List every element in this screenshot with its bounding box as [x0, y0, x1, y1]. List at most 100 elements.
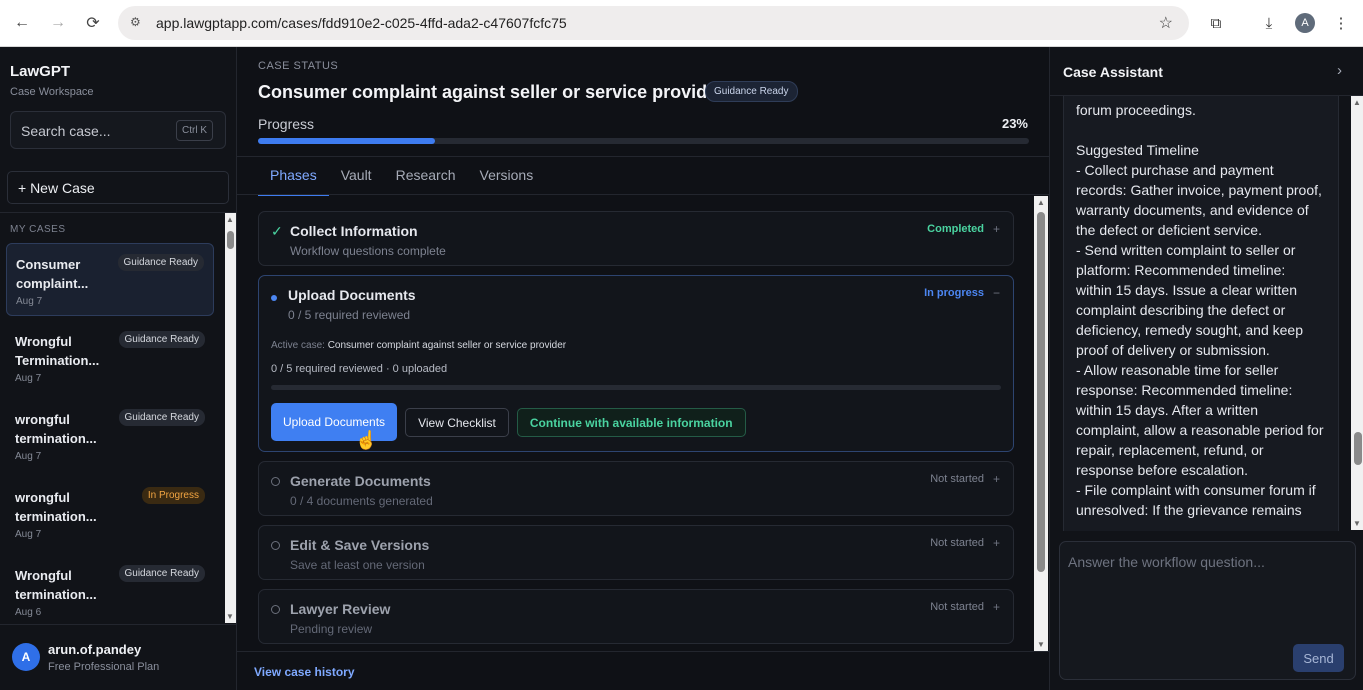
- case-list: Consumer complaint... Guidance Ready Aug…: [6, 243, 214, 633]
- expand-toggle[interactable]: +: [993, 600, 1000, 614]
- tab-phases[interactable]: Phases: [258, 167, 329, 196]
- case-date: Aug 7: [15, 373, 42, 384]
- upload-documents-button[interactable]: Upload Documents ☝: [271, 403, 398, 450]
- phase-subtitle: 0 / 5 required reviewed: [288, 308, 411, 322]
- progress-bar: [258, 138, 1029, 144]
- phase-edit-save-versions[interactable]: Edit & Save Versions Save at least one v…: [258, 525, 1014, 580]
- case-title: Consumer complaint...: [16, 257, 89, 291]
- phase-generate-documents[interactable]: Generate Documents 0 / 4 documents gener…: [258, 461, 1014, 516]
- my-cases-heading: MY CASES: [10, 224, 66, 235]
- profile-initial: A: [1295, 13, 1315, 33]
- user-profile[interactable]: A arun.of.pandey Free Professional Plan: [0, 624, 236, 690]
- assistant-message: forum proceedings. Suggested Timeline - …: [1063, 96, 1339, 531]
- tab-versions[interactable]: Versions: [468, 167, 546, 196]
- check-icon: ✓: [271, 223, 283, 239]
- progress-fill: [258, 138, 436, 144]
- view-case-history-link[interactable]: View case history: [254, 665, 355, 679]
- divider: [0, 212, 236, 213]
- button-label: Upload Documents: [283, 415, 386, 429]
- browser-toolbar: ← → ⟳ ⚙ app.lawgptapp.com/cases/fdd910e2…: [0, 0, 1363, 47]
- status-badge: Guidance Ready: [118, 331, 205, 348]
- case-title: Wrongful termination...: [15, 568, 97, 602]
- case-item[interactable]: wrongful termination... Guidance Ready A…: [6, 399, 214, 472]
- phase-subtitle: Pending review: [290, 622, 373, 636]
- upload-progress-bar: [271, 385, 1001, 390]
- tab-research[interactable]: Research: [384, 167, 468, 196]
- answer-input[interactable]: Answer the workflow question... Send: [1059, 541, 1356, 680]
- phase-upload-documents: Upload Documents 0 / 5 required reviewed…: [258, 275, 1014, 452]
- address-bar[interactable]: ⚙ app.lawgptapp.com/cases/fdd910e2-c025-…: [118, 6, 1189, 40]
- active-case-line: Active case: Consumer complaint against …: [271, 340, 566, 351]
- chevron-right-icon[interactable]: ›: [1337, 62, 1342, 79]
- phase-subtitle: Workflow questions complete: [290, 244, 446, 258]
- back-arrow-icon[interactable]: ←: [10, 11, 34, 35]
- url-text: app.lawgptapp.com/cases/fdd910e2-c025-4f…: [156, 15, 567, 31]
- case-date: Aug 6: [15, 607, 42, 618]
- case-item[interactable]: Wrongful termination... Guidance Ready A…: [6, 555, 214, 628]
- scroll-down-icon[interactable]: ▼: [1037, 640, 1045, 649]
- search-input[interactable]: Search case... Ctrl K: [10, 111, 226, 149]
- tab-vault[interactable]: Vault: [329, 167, 384, 196]
- download-icon[interactable]: ⤓: [1258, 12, 1280, 34]
- bookmark-star-icon[interactable]: ☆: [1159, 13, 1173, 33]
- divider: [237, 194, 1049, 195]
- phase-title: Edit & Save Versions: [290, 537, 430, 553]
- site-settings-icon[interactable]: ⚙: [130, 15, 141, 29]
- circle-icon: [271, 601, 280, 617]
- scrollbar-thumb[interactable]: [1354, 432, 1362, 465]
- browser-menu-icon[interactable]: ⋮: [1330, 12, 1352, 34]
- phase-list: ✓ Collect Information Workflow questions…: [258, 211, 1014, 653]
- input-placeholder: Answer the workflow question...: [1068, 554, 1265, 570]
- scrollbar-thumb[interactable]: [227, 231, 234, 249]
- main-scrollbar[interactable]: ▲ ▼: [1034, 196, 1048, 651]
- scroll-up-icon[interactable]: ▲: [226, 215, 234, 224]
- phase-title: Lawyer Review: [290, 601, 391, 617]
- brand-subtitle: Case Workspace: [10, 86, 94, 98]
- phase-status: In progress: [924, 287, 984, 299]
- forward-arrow-icon[interactable]: →: [46, 11, 70, 35]
- phase-lawyer-review[interactable]: Lawyer Review Pending review Not started…: [258, 589, 1014, 644]
- sidebar-scrollbar[interactable]: ▲ ▼: [225, 213, 236, 623]
- upload-summary: 0 / 5 required reviewed · 0 uploaded: [271, 363, 448, 375]
- case-item[interactable]: Wrongful Termination... Guidance Ready A…: [6, 321, 214, 394]
- case-date: Aug 7: [15, 451, 42, 462]
- case-title: Wrongful Termination...: [15, 334, 100, 368]
- scroll-down-icon[interactable]: ▼: [226, 612, 234, 621]
- phase-collect-information[interactable]: ✓ Collect Information Workflow questions…: [258, 211, 1014, 266]
- phase-status: Not started: [930, 473, 984, 485]
- status-badge: In Progress: [141, 487, 205, 504]
- message-text: forum proceedings. Suggested Timeline - …: [1076, 102, 1324, 518]
- reload-icon[interactable]: ⟳: [81, 11, 105, 35]
- extensions-icon[interactable]: ⧉: [1205, 12, 1227, 34]
- page-title: Consumer complaint against seller or ser…: [258, 82, 725, 102]
- case-item[interactable]: wrongful termination... In Progress Aug …: [6, 477, 214, 550]
- brand-name: LawGPT: [10, 63, 71, 80]
- case-item[interactable]: Consumer complaint... Guidance Ready Aug…: [6, 243, 214, 316]
- history-bar: View case history: [237, 651, 1049, 690]
- expand-toggle[interactable]: +: [993, 472, 1000, 486]
- progress-label: Progress: [258, 116, 315, 132]
- status-badge: Guidance Ready: [705, 81, 798, 102]
- continue-button[interactable]: Continue with available information: [516, 408, 746, 437]
- assistant-scrollbar[interactable]: ▲ ▼: [1351, 96, 1363, 530]
- expand-toggle[interactable]: +: [993, 536, 1000, 550]
- phase-title: Generate Documents: [290, 473, 431, 489]
- scroll-up-icon[interactable]: ▲: [1037, 198, 1045, 207]
- scrollbar-thumb[interactable]: [1037, 212, 1045, 572]
- circle-icon: [271, 473, 280, 489]
- case-date: Aug 7: [16, 296, 43, 307]
- scroll-up-icon[interactable]: ▲: [1353, 98, 1361, 107]
- search-placeholder: Search case...: [21, 123, 111, 139]
- progress-percent: 23%: [1001, 116, 1028, 131]
- scroll-down-icon[interactable]: ▼: [1353, 519, 1361, 528]
- phase-status: Not started: [930, 537, 984, 549]
- phase-subtitle: Save at least one version: [290, 558, 425, 572]
- circle-icon: [271, 537, 280, 553]
- send-button[interactable]: Send: [1293, 644, 1344, 672]
- view-checklist-button[interactable]: View Checklist: [405, 408, 509, 437]
- expand-toggle[interactable]: +: [993, 222, 1000, 236]
- case-status-label: CASE STATUS: [258, 60, 339, 72]
- new-case-button[interactable]: + New Case: [7, 171, 229, 204]
- profile-avatar[interactable]: A: [1294, 12, 1316, 34]
- collapse-toggle[interactable]: −: [993, 286, 1000, 300]
